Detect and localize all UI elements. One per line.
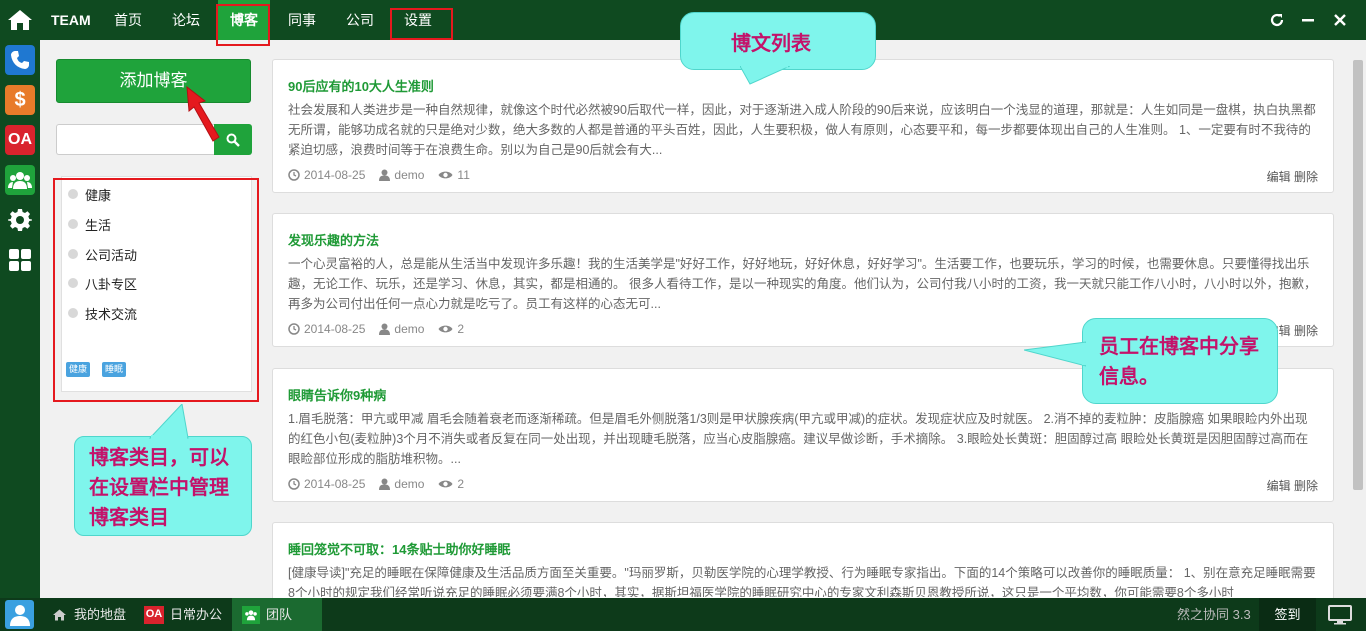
post-author: demo <box>394 477 425 491</box>
nav-company[interactable]: 公司 <box>346 0 374 40</box>
post-actions: 编辑 删除 <box>1267 477 1318 494</box>
brand-logo[interactable]: TEAM <box>51 0 91 40</box>
edit-link[interactable]: 编辑 <box>1267 479 1291 493</box>
post-title[interactable]: 90后应有的10大人生准则 <box>288 76 434 95</box>
post-views: 11 <box>457 168 470 182</box>
callout-tail <box>1024 341 1086 367</box>
post-card: 90后应有的10大人生准则 社会发展和人类进步是一种自然规律，就像这个时代必然被… <box>272 59 1334 193</box>
users-icon[interactable] <box>5 165 35 195</box>
scroll-thumb[interactable] <box>1353 60 1363 490</box>
clock-icon <box>288 323 300 335</box>
post-excerpt: 1.眉毛脱落：甲亢或甲减 眉毛会随着衰老而逐渐稀疏。但是眉毛外侧脱落1/3则是甲… <box>288 412 1309 466</box>
post-title[interactable]: 眼睛告诉你9种病 <box>288 385 386 404</box>
taskbar-daily-office[interactable]: OA 日常办公 <box>144 598 222 631</box>
nav-forum[interactable]: 论坛 <box>172 0 200 40</box>
clock-icon <box>288 169 300 181</box>
user-icon <box>379 323 391 335</box>
arrow-annotation <box>186 85 220 142</box>
grid-icon[interactable] <box>5 245 35 275</box>
refresh-icon[interactable] <box>1267 10 1287 30</box>
highlight-box-settings <box>390 8 453 40</box>
taskbar-my-space[interactable]: 我的地盘 <box>50 598 126 631</box>
gear-icon[interactable] <box>5 205 35 235</box>
post-meta: 2014-08-25 demo 2 <box>288 477 478 491</box>
callout-category-note: 博客类目，可以在设置栏中管理博客类目 <box>74 436 252 536</box>
post-actions: 编辑 删除 <box>1267 168 1318 185</box>
highlight-box-blog <box>216 4 270 46</box>
post-title[interactable]: 睡回笼觉不可取：14条贴士助你好睡眠 <box>288 539 510 558</box>
user-avatar[interactable] <box>5 600 34 629</box>
delete-link[interactable]: 删除 <box>1294 324 1318 338</box>
taskbar: 我的地盘 OA 日常办公 团队 然之协同 3.3 签到 <box>0 598 1366 631</box>
nav-home[interactable]: 首页 <box>114 0 142 40</box>
post-date: 2014-08-25 <box>304 168 366 182</box>
post-excerpt: [健康导读]"充足的睡眠在保障健康及生活品质方面至关重要。"玛丽罗斯，贝勒医学院… <box>288 566 1316 597</box>
phone-icon[interactable] <box>5 45 35 75</box>
delete-link[interactable]: 删除 <box>1294 170 1318 184</box>
search-icon <box>226 133 240 147</box>
home-icon[interactable] <box>5 5 35 35</box>
close-icon[interactable] <box>1330 10 1350 30</box>
post-author: demo <box>394 322 425 336</box>
post-meta: 2014-08-25 demo 11 <box>288 168 484 182</box>
minimize-icon[interactable] <box>1298 10 1318 30</box>
dollar-icon[interactable]: $ <box>5 85 35 115</box>
taskbar-team[interactable]: 团队 <box>232 598 322 631</box>
oa-icon: OA <box>144 605 164 624</box>
eye-icon <box>438 479 453 489</box>
nav-colleagues[interactable]: 同事 <box>288 0 316 40</box>
monitor-icon[interactable] <box>1328 598 1352 631</box>
user-icon <box>379 169 391 181</box>
post-views: 2 <box>457 322 465 336</box>
post-views: 2 <box>457 477 465 491</box>
post-date: 2014-08-25 <box>304 477 366 491</box>
oa-icon[interactable]: OA <box>5 125 35 155</box>
post-excerpt: 社会发展和人类进步是一种自然规律，就像这个时代必然被90后取代一样，因此，对于逐… <box>288 103 1316 157</box>
post-date: 2014-08-25 <box>304 322 366 336</box>
highlight-box-categories <box>53 178 259 402</box>
callout-tail <box>740 66 790 85</box>
post-meta: 2014-08-25 demo 2 <box>288 322 478 336</box>
vertical-scrollbar[interactable] <box>1350 40 1366 598</box>
left-dock: $ OA <box>0 0 40 631</box>
clock-icon <box>288 478 300 490</box>
users-icon <box>242 605 260 624</box>
callout-tail <box>148 404 189 439</box>
signin-button[interactable]: 签到 <box>1259 598 1316 631</box>
callout-post-list: 博文列表 <box>680 12 876 70</box>
version-label: 然之协同 3.3 <box>1177 607 1251 622</box>
edit-link[interactable]: 编辑 <box>1267 170 1291 184</box>
eye-icon <box>438 170 453 180</box>
home-icon <box>50 606 68 624</box>
user-icon <box>379 478 391 490</box>
post-author: demo <box>394 168 425 182</box>
callout-employee-share: 员工在博客中分享信息。 <box>1082 318 1278 404</box>
post-title[interactable]: 发现乐趣的方法 <box>288 230 379 249</box>
post-excerpt: 一个心灵富裕的人，总是能从生活当中发现许多乐趣！我的生活美学是"好好工作，好好地… <box>288 257 1317 311</box>
eye-icon <box>438 324 453 334</box>
delete-link[interactable]: 删除 <box>1294 479 1318 493</box>
